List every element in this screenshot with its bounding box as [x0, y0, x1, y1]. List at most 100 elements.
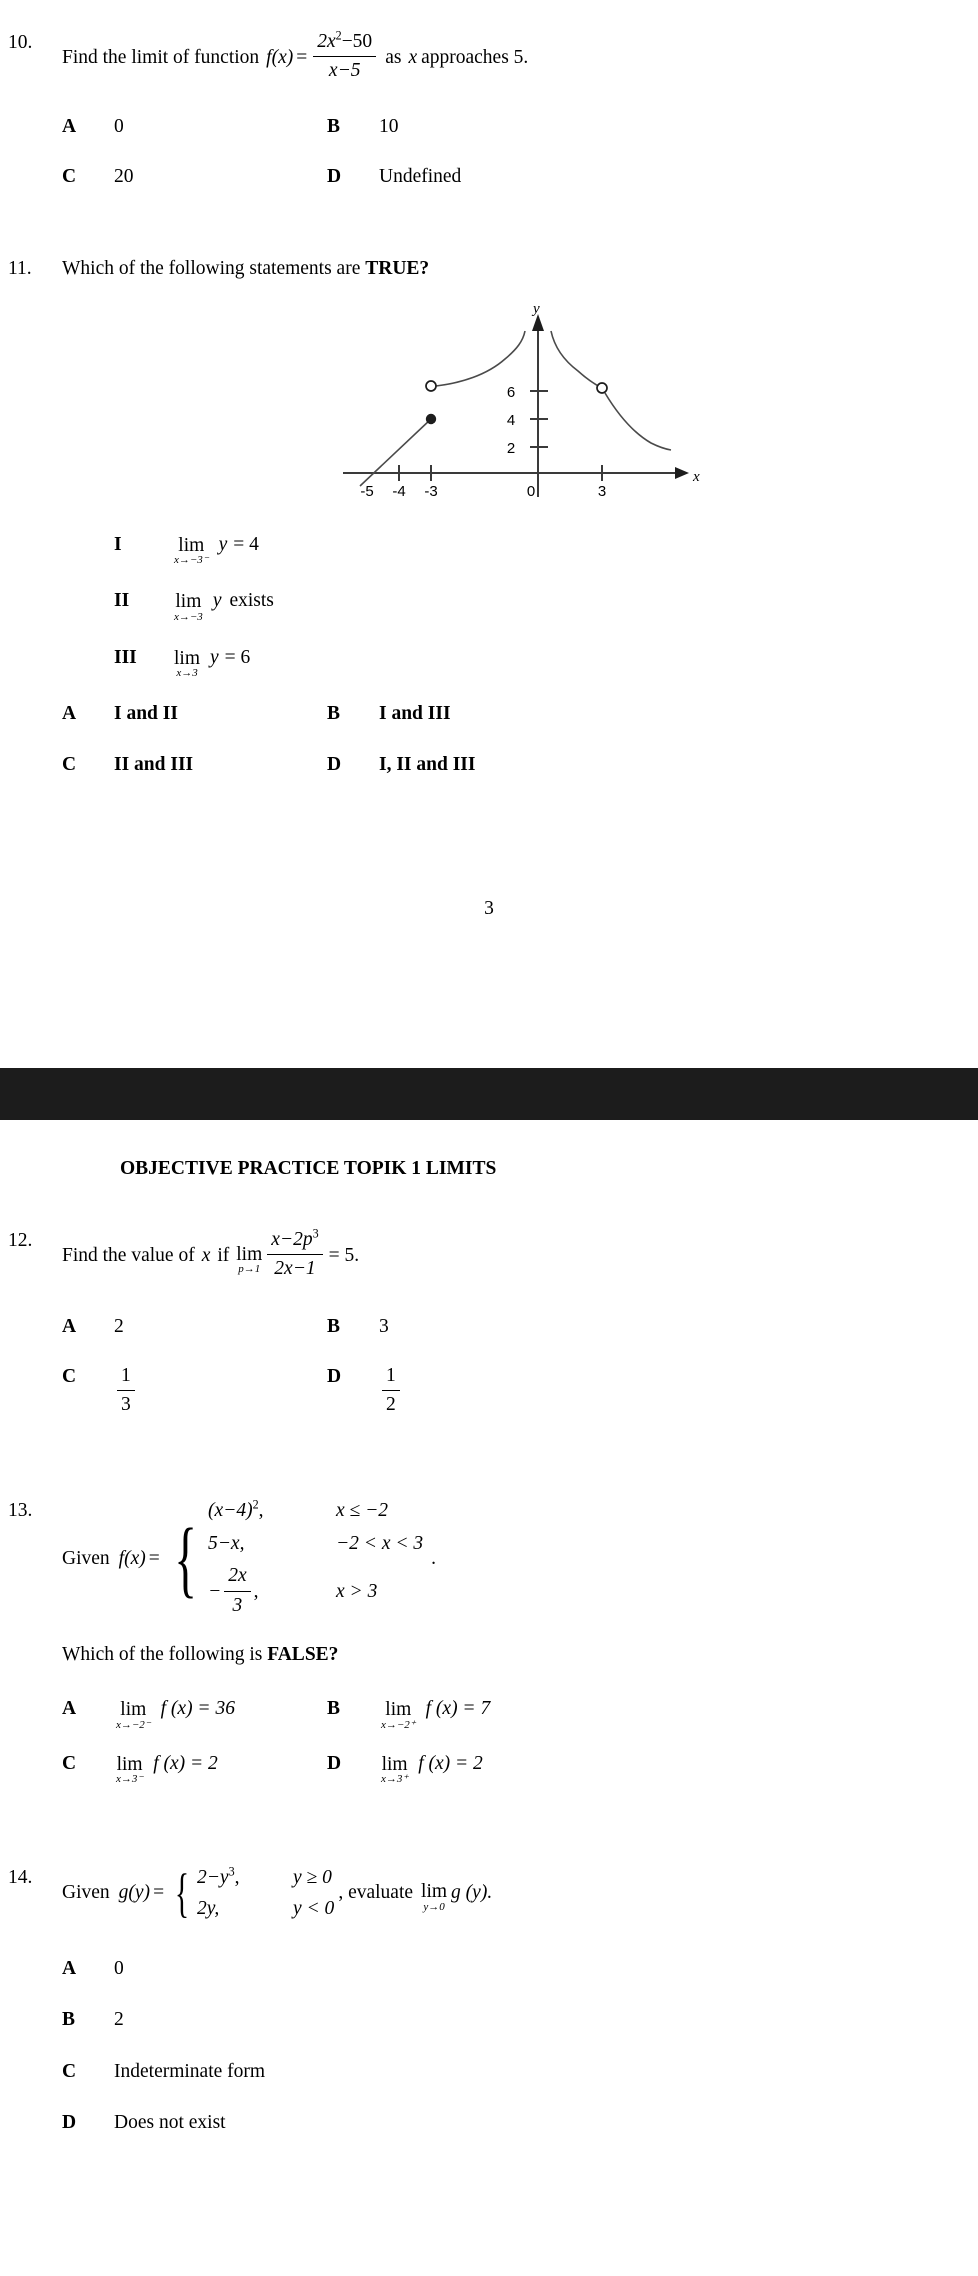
- q13-option-c-lim: lim x→3⁻: [116, 1755, 143, 1786]
- q13-piece-1-expr: (x−4): [208, 1499, 253, 1521]
- q10-option-a-text: 0: [114, 115, 124, 137]
- q14-option-b-letter: B: [62, 2009, 76, 2031]
- linear-segment: [359, 417, 432, 487]
- q11-statement-2-roman: II: [114, 590, 130, 612]
- q12-fraction: x−2p3 2x−1: [267, 1227, 323, 1283]
- q13-opt-a-lim-sub: x→−2⁻: [116, 1718, 151, 1731]
- q12-stem-1: Find the value of: [62, 1244, 195, 1266]
- q11-statement-3-roman: III: [114, 646, 137, 668]
- q14-option-row-a: A 0: [62, 1956, 978, 1982]
- q12-stem-2: if: [217, 1244, 230, 1266]
- y-tick-label-4: 4: [507, 412, 515, 429]
- question-11-stem: Which of the following statements are TR…: [62, 256, 978, 282]
- q12-option-b[interactable]: B 3: [327, 1314, 627, 1340]
- q12-stem-var: x: [201, 1244, 211, 1266]
- q11-option-d-letter: D: [327, 753, 342, 775]
- question-10: 10. Find the limit of function f (x) = 2…: [0, 29, 978, 214]
- q10-option-row-1: A 0 B 10: [62, 114, 978, 140]
- q14-piece-1-cond: y ≥ 0: [292, 1867, 332, 1889]
- question-14-number: 14.: [8, 1867, 33, 1889]
- x-tick-label-minus5: -5: [360, 483, 373, 500]
- q12-option-d-fraction: 1 2: [382, 1363, 400, 1419]
- q13-opt-d-lim-main: lim: [381, 1753, 408, 1775]
- q14-lim-sub: y→0: [423, 1900, 445, 1913]
- q14-piece-1-comma: ,: [234, 1867, 240, 1889]
- q13-option-d-letter: D: [327, 1752, 342, 1774]
- q10-stem-after-2: approaches 5.: [421, 46, 529, 68]
- q13-option-row-1: A lim x→−2⁻ f (x) = 36 B lim x→−2⁺ f (x)…: [62, 1696, 978, 1731]
- q12-option-c[interactable]: C 1 3: [62, 1364, 327, 1420]
- q10-stem-after-var: x: [408, 46, 418, 68]
- q13-opt-c-lim-main: lim: [116, 1753, 143, 1775]
- q14-piece-2-expr: 2y,: [196, 1897, 220, 1919]
- q11-option-a[interactable]: A I and II: [62, 701, 327, 727]
- page-number: 3: [484, 897, 494, 919]
- q11-stem-plain: Which of the following statements are: [62, 258, 366, 280]
- q11-s3-lim-sub: x→3: [176, 667, 198, 680]
- q11-statement-2-lim: lim x→−3: [174, 592, 203, 623]
- q11-option-b[interactable]: B I and III: [327, 701, 627, 727]
- q14-option-a[interactable]: A 0: [62, 1956, 124, 1982]
- q14-option-c[interactable]: C Indeterminate form: [62, 2059, 265, 2085]
- open-circle-marker-left: [425, 379, 437, 392]
- q13-option-a[interactable]: A lim x→−2⁻ f (x) = 36: [62, 1696, 327, 1731]
- q10-option-d-text: Undefined: [379, 165, 462, 187]
- q12-option-row-1: A 2 B 3: [62, 1314, 978, 1340]
- q13-piece-3-minus: −: [208, 1580, 222, 1602]
- q11-option-b-letter: B: [327, 703, 341, 725]
- q14-option-b[interactable]: B 2: [62, 2007, 124, 2033]
- q14-option-a-text: 0: [114, 1957, 124, 1979]
- q12-option-d[interactable]: D 1 2: [327, 1364, 627, 1420]
- q10-option-a[interactable]: A 0: [62, 114, 327, 140]
- y-tick-label-6: 6: [507, 384, 515, 401]
- q13-option-a-body: f (x) = 36: [160, 1698, 235, 1720]
- q11-option-c-letter: C: [62, 753, 77, 775]
- q10-option-c[interactable]: C 20: [62, 164, 327, 190]
- q14-fn-arg: (y): [128, 1882, 151, 1904]
- filled-circle-marker: [425, 413, 437, 424]
- x-tick-label-0: 0: [527, 483, 535, 500]
- page-2: OBJECTIVE PRACTICE TOPIK 1 LIMITS 12. Fi…: [0, 1120, 978, 2276]
- q10-option-b[interactable]: B 10: [327, 114, 627, 140]
- q12-option-a[interactable]: A 2: [62, 1314, 327, 1340]
- q10-option-d-letter: D: [327, 165, 342, 187]
- q11-option-d[interactable]: D I, II and III: [327, 752, 627, 778]
- q11-option-a-text: I and II: [114, 703, 178, 725]
- q11-s1-lim-main: lim: [178, 534, 205, 556]
- q14-option-c-letter: C: [62, 2060, 77, 2082]
- q14-option-d[interactable]: D Does not exist: [62, 2110, 226, 2136]
- q13-option-b[interactable]: B lim x→−2⁺ f (x) = 7: [327, 1696, 627, 1731]
- x-axis-label: x: [692, 469, 700, 485]
- q13-option-d[interactable]: D lim x→3⁺ f (x) = 2: [327, 1751, 627, 1786]
- question-11-number: 11.: [8, 258, 32, 280]
- q14-option-d-letter: D: [62, 2111, 77, 2133]
- y-tick-label-2: 2: [507, 440, 515, 457]
- q13-trailing-period: .: [431, 1547, 437, 1569]
- q11-statement-1-lim: lim x→−3⁻: [174, 536, 209, 567]
- q12-option-d-num: 1: [382, 1363, 400, 1392]
- q13-piece-2: 5−x, −2 < x < 3: [208, 1531, 423, 1557]
- q10-option-row-2: C 20 D Undefined: [62, 164, 978, 190]
- q13-opt-b-lim-main: lim: [385, 1699, 412, 1721]
- q11-option-c[interactable]: C II and III: [62, 752, 327, 778]
- q10-option-d[interactable]: D Undefined: [327, 164, 627, 190]
- q12-lim: lim p→1: [236, 1245, 262, 1276]
- q14-option-row-d: D Does not exist: [62, 2110, 978, 2136]
- x-tick-label-minus4: -4: [392, 483, 405, 500]
- q13-piece-3-cond: x > 3: [336, 1580, 378, 1602]
- q14-stem-after: , evaluate: [338, 1882, 414, 1904]
- q11-option-b-text: I and III: [379, 703, 451, 725]
- q10-numerator-a: 2x: [317, 31, 336, 52]
- q12-lim-sub: p→1: [238, 1263, 261, 1276]
- q11-statement-3: III lim x→3 y = 6: [114, 645, 978, 680]
- q12-option-a-text: 2: [114, 1315, 124, 1337]
- q14-option-row-c: C Indeterminate form: [62, 2059, 978, 2085]
- q13-option-c[interactable]: C lim x→3⁻ f (x) = 2: [62, 1751, 327, 1786]
- q13-option-c-body: f (x) = 2: [153, 1752, 218, 1774]
- q11-s1-lim-sub: x→−3⁻: [174, 554, 209, 567]
- q11-stem-bold: TRUE?: [365, 258, 430, 280]
- q12-option-c-fraction: 1 3: [117, 1363, 135, 1419]
- q14-option-c-text: Indeterminate form: [114, 2060, 266, 2082]
- open-circle-marker-right: [596, 381, 608, 394]
- q13-opt-a-lim-main: lim: [120, 1699, 147, 1721]
